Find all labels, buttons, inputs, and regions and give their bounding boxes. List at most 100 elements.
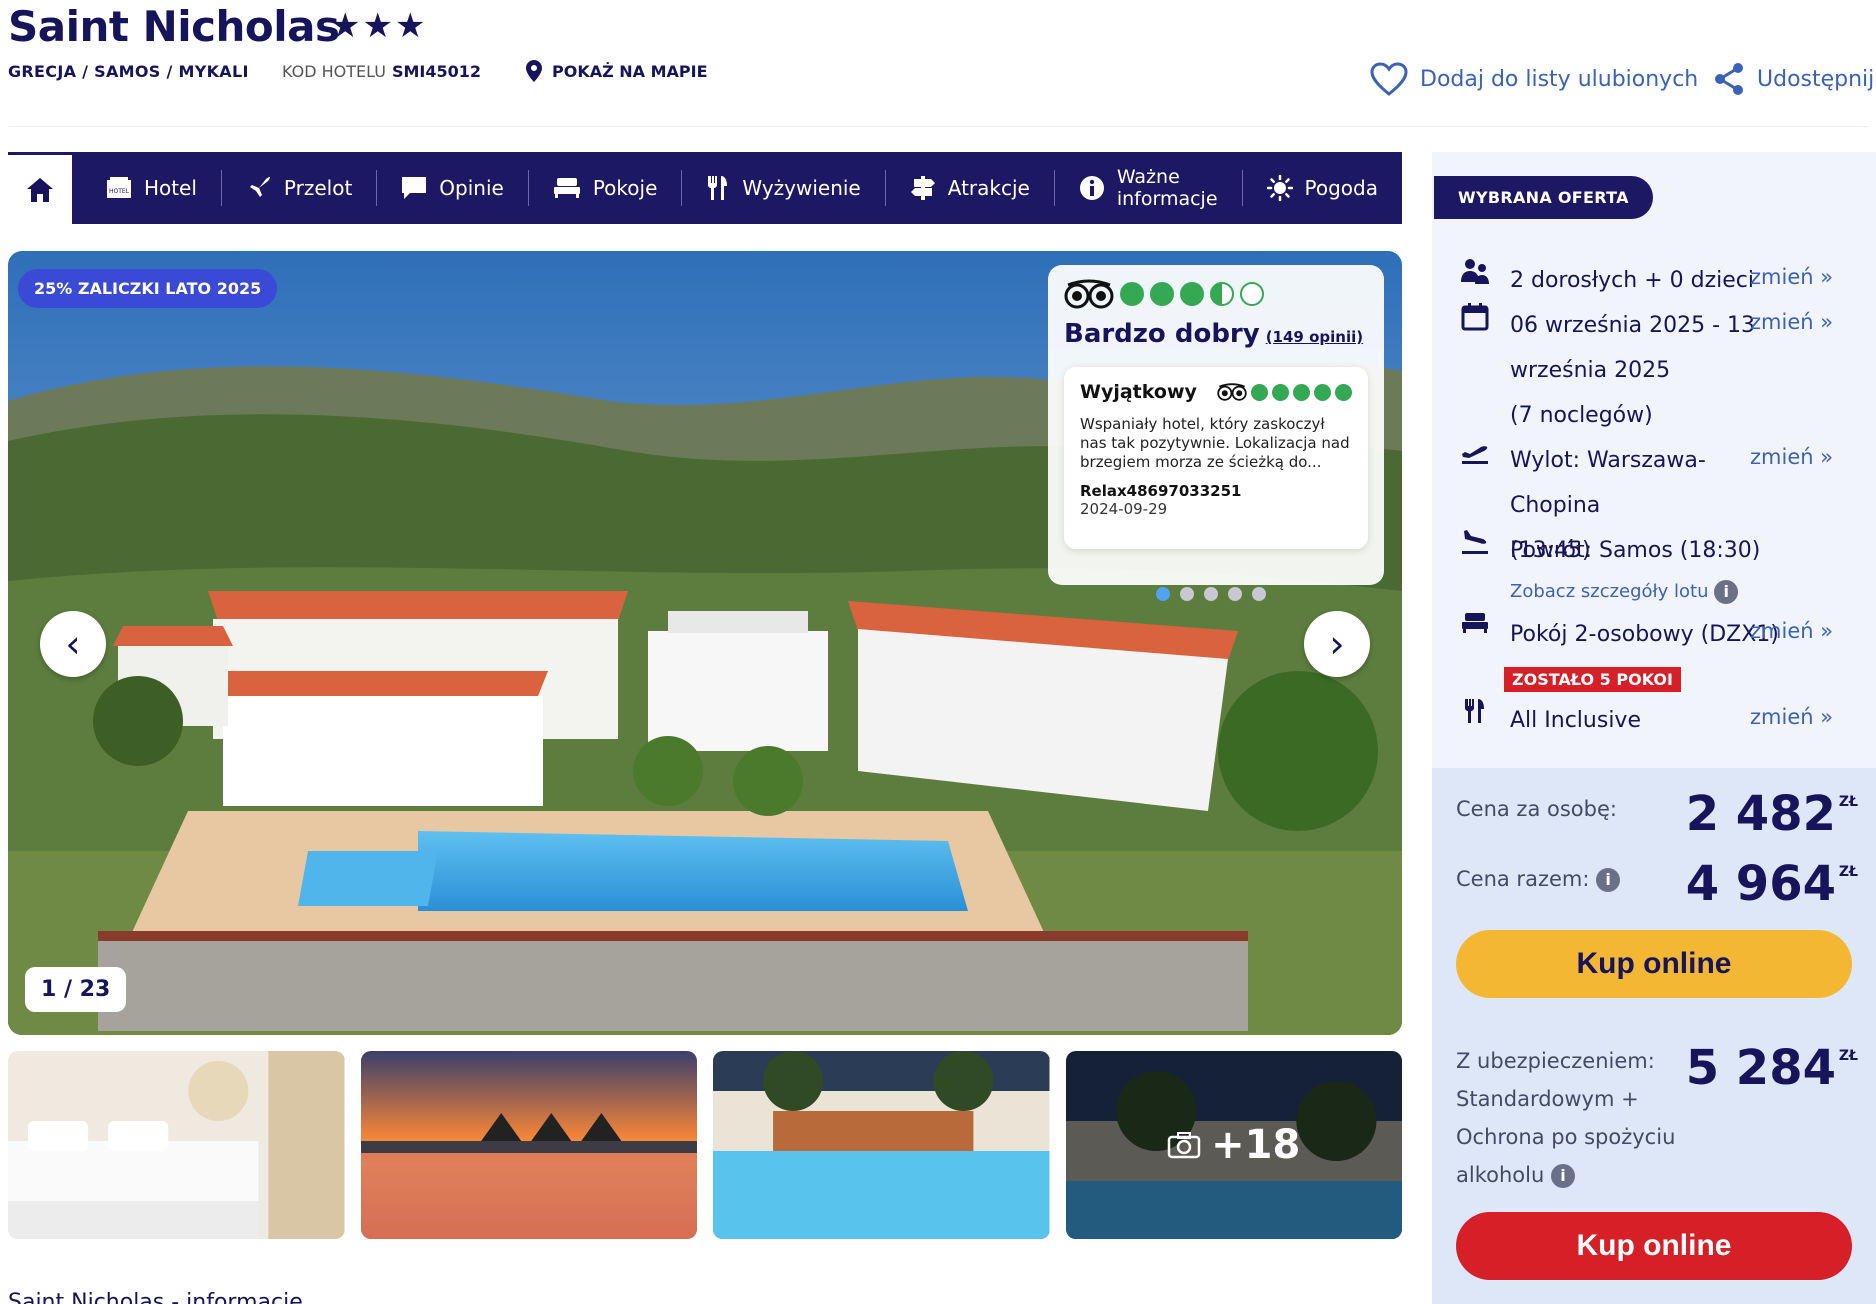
change-guests-link[interactable]: zmień » — [1750, 265, 1833, 289]
svg-text:HOTEL: HOTEL — [109, 188, 130, 195]
insurance-line4: alkoholu — [1456, 1163, 1545, 1187]
prev-photo-button[interactable]: ‹ — [40, 611, 106, 677]
review-dot — [1251, 383, 1268, 401]
price-total-label-text: Cena razem: — [1456, 867, 1590, 891]
bed-icon — [1462, 613, 1488, 633]
change-board-link[interactable]: zmień » — [1750, 705, 1833, 729]
flight-details-link[interactable]: Zobacz szczegóły lotu i — [1510, 580, 1739, 604]
price-total: 4 964 ZŁ — [1686, 856, 1858, 912]
insurance-line1: Z ubezpieczeniem: — [1456, 1049, 1655, 1073]
photo-counter: 1 / 23 — [25, 967, 127, 1012]
signpost-icon — [910, 176, 935, 200]
return-row: Powrót: Samos (18:30) — [1458, 528, 1780, 573]
tab-home[interactable] — [8, 152, 72, 224]
thumbnail-pool-night[interactable] — [713, 1051, 1050, 1239]
tab-reviews-label: Opinie — [439, 176, 504, 200]
thumbnail-more[interactable]: +18 — [1065, 1051, 1403, 1239]
review-pager — [1156, 587, 1266, 601]
add-favorite-label: Dodaj do listy ulubionych — [1420, 66, 1699, 92]
tripadvisor-rating — [1064, 279, 1368, 309]
main-photo[interactable]: 25% ZALICZKI LATO 2025 ‹ › 1 / 23 Bardzo… — [8, 251, 1402, 1035]
tab-reviews[interactable]: Opinie — [377, 170, 529, 206]
price-total-label: Cena razem: i — [1456, 860, 1621, 898]
rating-dot — [1180, 282, 1204, 306]
pager-dot[interactable] — [1204, 587, 1218, 601]
header-divider — [8, 126, 1868, 127]
selected-offer-badge: WYBRANA OFERTA — [1434, 176, 1653, 219]
tab-hotel[interactable]: HOTEL Hotel — [72, 170, 222, 206]
share-button[interactable]: Udostępnij — [1713, 62, 1874, 96]
landing-icon — [1462, 530, 1488, 554]
guests-text: 2 dorosłych + 0 dzieci — [1510, 268, 1754, 293]
change-flight-link[interactable]: zmień » — [1750, 445, 1833, 469]
dates-line1: 06 września 2025 - 13 — [1510, 313, 1756, 338]
hotel-code-label: KOD HOTELU — [282, 62, 386, 81]
review-text: Wspaniały hotel, który zaskoczył nas tak… — [1080, 415, 1350, 471]
sunset-pool-photo — [360, 1051, 697, 1239]
pager-dot[interactable] — [1180, 587, 1194, 601]
tripadvisor-icon — [1064, 279, 1114, 309]
nights-count: (7 noclegów) — [1510, 403, 1653, 428]
review-card[interactable]: Wyjątkowy Wspaniały hotel, który zaskocz… — [1064, 367, 1368, 549]
chevron-right-icon: › — [1329, 622, 1345, 666]
price-insured-value: 5 284 — [1685, 1040, 1836, 1096]
share-label: Udostępnij — [1757, 66, 1875, 92]
info-icon[interactable]: i — [1596, 868, 1621, 892]
rating-dot-empty — [1240, 282, 1264, 306]
tab-hotel-label: Hotel — [143, 176, 197, 200]
info-icon: i — [1714, 580, 1739, 604]
rating-text: Bardzo dobry — [1064, 319, 1260, 349]
guests-row: 2 dorosłych + 0 dzieci — [1458, 258, 1780, 303]
rating-dot — [1150, 282, 1174, 306]
tab-board[interactable]: Wyżywienie — [682, 170, 886, 206]
insurance-line3: Ochrona po spożyciu — [1456, 1125, 1676, 1149]
camera-icon — [1167, 1132, 1201, 1159]
pager-dot-active[interactable] — [1156, 587, 1170, 601]
room-row: Pokój 2-osobowy (DZX1) — [1458, 612, 1780, 657]
pager-dot[interactable] — [1228, 587, 1242, 601]
review-dot — [1272, 383, 1289, 401]
bed-icon — [553, 178, 580, 198]
price-box: Cena za osobę: 2 482 ZŁ Cena razem: i 4 9… — [1432, 768, 1876, 1304]
change-room-link[interactable]: zmień » — [1750, 619, 1833, 643]
review-rating — [1217, 383, 1352, 401]
change-dates-link[interactable]: zmień » — [1750, 310, 1833, 334]
insurance-label: Z ubezpieczeniem: Standardowym + Ochrona p… — [1456, 1042, 1675, 1194]
tab-rooms[interactable]: Pokoje — [529, 170, 683, 206]
home-icon — [26, 177, 53, 202]
review-dot — [1314, 383, 1331, 401]
show-map-link[interactable]: POKAŻ NA MAPIE — [526, 60, 708, 82]
add-favorite-button[interactable]: Dodaj do listy ulubionych — [1370, 62, 1698, 96]
return-text: Powrót: Samos (18:30) — [1510, 538, 1761, 563]
next-photo-button[interactable]: › — [1304, 611, 1370, 677]
section-nav: HOTEL Hotel Przelot Opinie Pokoje Wyżywi… — [8, 152, 1402, 224]
tab-flight[interactable]: Przelot — [222, 170, 378, 206]
breadcrumb[interactable]: GRECJA / SAMOS / MYKALI — [8, 62, 249, 81]
offer-sidebar: WYBRANA OFERTA 2 dorosłych + 0 dzieci zm… — [1432, 152, 1876, 1304]
rating-dot — [1120, 282, 1144, 306]
dates-line2: września 2025 — [1510, 358, 1671, 383]
show-map-label: POKAŻ NA MAPIE — [552, 61, 708, 81]
takeoff-icon — [1462, 446, 1488, 464]
more-photos: +18 — [1066, 1051, 1403, 1239]
comment-icon — [402, 177, 427, 199]
rating-widget: Bardzo dobry (149 opinii) Wyjątkowy Wspan… — [1048, 265, 1384, 585]
info-icon[interactable]: i — [1550, 1164, 1575, 1188]
tab-board-label: Wyżywienie — [742, 176, 861, 200]
price-per-person-label: Cena za osobę: — [1456, 797, 1617, 821]
heart-icon — [1370, 62, 1408, 96]
thumbnail-room[interactable] — [8, 1051, 345, 1239]
price-per-person: 2 482 ZŁ — [1686, 786, 1858, 842]
buy-online-button[interactable]: Kup online — [1456, 930, 1852, 998]
buy-online-insured-button[interactable]: Kup online — [1456, 1212, 1852, 1280]
tab-important-info[interactable]: Ważne informacje — [1055, 166, 1243, 210]
review-user: Relax48697033251 — [1080, 482, 1242, 500]
flight-details-label: Zobacz szczegóły lotu — [1510, 581, 1709, 602]
tab-attractions[interactable]: Atrakcje — [886, 170, 1055, 206]
thumbnail-sunset[interactable] — [360, 1051, 697, 1239]
tab-weather[interactable]: Pogoda — [1243, 170, 1402, 206]
reviews-link[interactable]: (149 opinii) — [1266, 328, 1363, 346]
pager-dot[interactable] — [1252, 587, 1266, 601]
tab-important-info-label: Ważne informacje — [1117, 166, 1218, 210]
review-dot — [1293, 383, 1310, 401]
